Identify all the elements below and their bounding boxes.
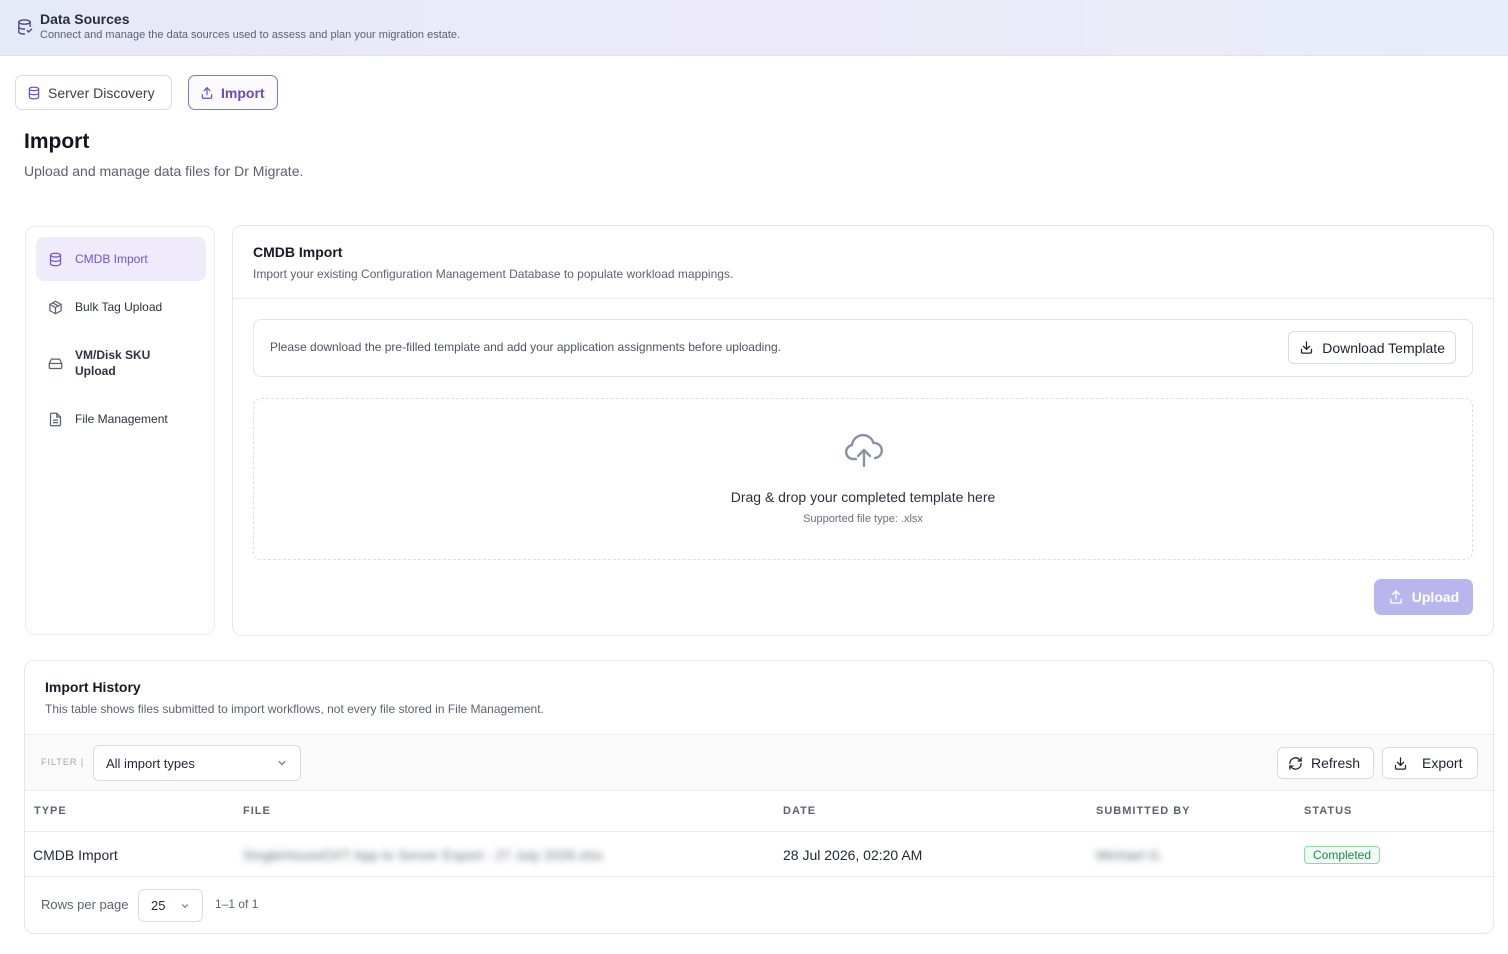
sidebar-item-label: VM/Disk SKU Upload: [75, 348, 151, 378]
chevron-down-icon: [278, 760, 286, 766]
hard-drive-icon: [48, 358, 63, 370]
cell-date: 28 Jul 2026, 02:20 AM: [783, 847, 923, 863]
upload-icon: [201, 86, 213, 99]
tab-import[interactable]: Import: [188, 75, 278, 110]
column-header-file[interactable]: FILE: [243, 805, 271, 817]
column-header-type[interactable]: TYPE: [34, 805, 67, 817]
cloud-upload-icon: [844, 433, 883, 468]
box-icon: [49, 300, 62, 315]
import-type-filter[interactable]: All import types: [93, 745, 301, 781]
history-subtitle: This table shows files submitted to impo…: [45, 702, 544, 716]
refresh-label: Refresh: [1311, 755, 1361, 771]
dropzone-title: Drag & drop your completed template here: [730, 489, 996, 505]
upload-button[interactable]: Upload: [1374, 579, 1473, 615]
database-icon: [18, 19, 33, 35]
header-title: Data Sources: [40, 11, 130, 27]
tab-server-discovery[interactable]: Server Discovery: [15, 75, 172, 110]
column-header-status[interactable]: STATUS: [1304, 805, 1352, 817]
file-dropzone[interactable]: Drag & drop your completed template here…: [253, 398, 1473, 560]
column-header-submitted-by[interactable]: SUBMITTED BY: [1096, 805, 1191, 817]
cell-submitted-by: Michael G.: [1096, 847, 1163, 863]
history-title: Import History: [45, 679, 141, 695]
export-label: Export: [1422, 755, 1463, 771]
table-header: TYPE FILE DATE SUBMITTED BY STATUS: [25, 791, 1493, 832]
history-toolbar: FILTER | All import types Refresh Export: [25, 734, 1493, 791]
template-notice: Please download the pre-filled template …: [253, 319, 1473, 377]
sidebar-item-label: CMDB Import: [75, 252, 148, 266]
cell-type: CMDB Import: [33, 847, 118, 863]
filter-label: FILTER |: [41, 757, 85, 767]
rows-per-page-label: Rows per page: [41, 897, 129, 912]
tab-label: Server Discovery: [48, 84, 155, 101]
download-icon: [1394, 756, 1407, 770]
export-button[interactable]: Export: [1382, 747, 1478, 779]
pagination-range: 1–1 of 1: [215, 897, 259, 911]
card-title: CMDB Import: [253, 244, 343, 260]
database-icon: [28, 86, 40, 99]
chevron-down-icon: [181, 903, 189, 908]
dropzone-subtitle: Supported file type: .xlsx: [803, 513, 923, 525]
tab-label: Import: [221, 84, 265, 101]
header-subtitle: Connect and manage the data sources used…: [40, 29, 461, 41]
status-badge: Completed: [1304, 846, 1381, 864]
refresh-button[interactable]: Refresh: [1277, 747, 1374, 779]
sidebar-item-bulk-tag-upload[interactable]: Bulk Tag Upload: [36, 299, 206, 315]
page-title: Import: [24, 130, 90, 153]
cell-file: SingleHouseDXT App to Server Export - 27…: [243, 847, 604, 863]
notice-text: Please download the pre-filled template …: [270, 340, 782, 354]
download-icon: [1301, 341, 1313, 354]
import-sidenav: CMDB Import Bulk Tag Upload VM/Disk SKU …: [25, 226, 215, 635]
upload-icon: [1389, 590, 1402, 604]
sidebar-item-label: File Management: [75, 412, 168, 426]
sidebar-item-cmdb-import[interactable]: CMDB Import: [36, 237, 206, 281]
top-header: Data Sources Connect and manage the data…: [0, 0, 1508, 56]
cmdb-import-card: CMDB Import Import your existing Configu…: [232, 225, 1494, 636]
filter-value: All import types: [106, 755, 195, 771]
rows-per-page-select[interactable]: 25: [138, 889, 203, 922]
column-header-date[interactable]: DATE: [783, 805, 816, 817]
sidebar-item-file-management[interactable]: File Management: [36, 411, 206, 427]
database-icon: [49, 252, 62, 267]
page-subtitle: Upload and manage data files for Dr Migr…: [24, 163, 304, 179]
rows-per-page-value: 25: [151, 898, 166, 913]
import-history-card: Import History This table shows files su…: [24, 660, 1494, 934]
file-icon: [49, 412, 62, 427]
upload-label: Upload: [1411, 589, 1460, 605]
download-template-button[interactable]: Download Template: [1288, 331, 1456, 364]
download-template-label: Download Template: [1322, 339, 1445, 356]
sidebar-item-label: Bulk Tag Upload: [75, 300, 163, 314]
divider: [233, 298, 1493, 299]
sidebar-item-vm-disk-sku-upload[interactable]: VM/Disk SKU Upload: [36, 347, 186, 379]
table-row[interactable]: CMDB Import SingleHouseDXT App to Server…: [25, 832, 1493, 877]
card-subtitle: Import your existing Configuration Manag…: [253, 267, 734, 281]
refresh-icon: [1289, 756, 1302, 770]
